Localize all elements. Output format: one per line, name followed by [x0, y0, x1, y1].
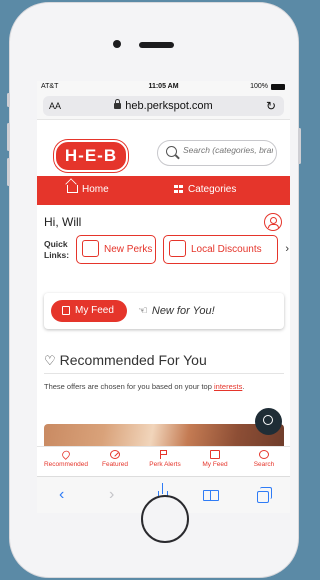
- battery-icon: [271, 84, 285, 90]
- new-for-you-button[interactable]: ☜ New for You!: [138, 304, 215, 317]
- nav-home[interactable]: Home: [67, 184, 109, 195]
- battery-percent: 100%: [250, 83, 268, 90]
- coupon-icon: [169, 240, 186, 257]
- lock-icon: [114, 99, 122, 109]
- flag-icon: [160, 450, 170, 459]
- greeting-text: Hi, Will: [44, 215, 82, 229]
- search-input[interactable]: [183, 145, 273, 155]
- volume-up-button: [7, 123, 10, 151]
- quick-links-label-line1: Quick: [44, 239, 68, 249]
- search-icon: [259, 450, 269, 459]
- front-camera: [113, 40, 121, 48]
- recommended-heading: ♡ Recommended For You: [44, 352, 207, 369]
- tab-perk-alerts[interactable]: Perk Alerts: [142, 450, 188, 468]
- divider: [44, 373, 284, 374]
- search-box[interactable]: [157, 140, 277, 166]
- heart-icon: [60, 449, 72, 460]
- status-bar: AT&T 11:05 AM 100%: [37, 81, 290, 93]
- chevron-right-icon[interactable]: ›: [285, 243, 289, 255]
- quick-link-label: New Perks: [104, 244, 153, 255]
- home-icon: [67, 185, 78, 193]
- recommended-description: These offers are chosen for you based on…: [44, 381, 259, 392]
- nav-categories-label: Categories: [188, 184, 237, 195]
- new-for-you-label: New for You!: [151, 305, 215, 317]
- tab-label: My Feed: [202, 461, 228, 468]
- megaphone-icon: ☜: [138, 305, 148, 317]
- tab-label: Perk Alerts: [149, 461, 181, 468]
- featured-icon: [110, 450, 120, 459]
- my-feed-button[interactable]: My Feed: [51, 300, 127, 322]
- back-icon[interactable]: ‹: [59, 486, 64, 504]
- mute-switch: [7, 93, 10, 107]
- tab-label: Recommended: [43, 461, 89, 468]
- offer-card-image[interactable]: [44, 424, 284, 446]
- recommended-description-text: These offers are chosen for you based on…: [44, 382, 212, 391]
- search-icon: [166, 146, 177, 157]
- earpiece-speaker: [139, 42, 174, 48]
- nav-home-label: Home: [82, 184, 109, 195]
- quick-links-label: Quick Links:: [44, 239, 69, 261]
- chat-icon[interactable]: [255, 408, 282, 435]
- bookmarks-icon[interactable]: [203, 490, 219, 501]
- my-feed-label: My Feed: [75, 305, 114, 316]
- quick-links-label-line2: Links:: [44, 250, 70, 260]
- nav-categories[interactable]: Categories: [174, 184, 236, 195]
- interests-link[interactable]: interests: [214, 382, 242, 391]
- tab-label: Search: [253, 461, 275, 468]
- quick-link-label: Local Discounts: [191, 244, 262, 255]
- gift-icon: [82, 240, 99, 257]
- url-bar[interactable]: AA heb.perkspot.com ↻: [37, 93, 290, 120]
- main-nav: Home Categories: [37, 176, 290, 205]
- tabs-icon[interactable]: [257, 487, 272, 503]
- quick-links: Quick Links: New Perks Local Discounts ›: [37, 233, 290, 267]
- quick-link-local-discounts[interactable]: Local Discounts: [163, 235, 278, 264]
- tab-label: Featured: [101, 461, 129, 468]
- heb-logo[interactable]: H-E-B: [54, 140, 128, 172]
- quick-link-new-perks[interactable]: New Perks: [76, 235, 156, 264]
- user-icon[interactable]: [264, 213, 282, 231]
- phone-frame: AT&T 11:05 AM 100% AA heb.perkspot.com ↻…: [7, 2, 301, 578]
- feed-icon: [62, 306, 70, 315]
- url-text[interactable]: heb.perkspot.com: [37, 99, 290, 112]
- forward-icon[interactable]: ›: [109, 486, 114, 504]
- tab-my-feed[interactable]: My Feed: [195, 450, 235, 468]
- tab-featured[interactable]: Featured: [95, 450, 135, 468]
- recommended-title: Recommended For You: [59, 352, 207, 368]
- power-button: [298, 128, 301, 164]
- feed-toggle: My Feed ☜ New for You!: [44, 293, 284, 329]
- screen: AT&T 11:05 AM 100% AA heb.perkspot.com ↻…: [37, 81, 290, 513]
- reload-icon[interactable]: ↻: [266, 99, 276, 113]
- volume-down-button: [7, 158, 10, 186]
- site-header: H-E-B: [37, 120, 290, 176]
- greeting-row: Hi, Will: [37, 205, 290, 233]
- heart-outline-icon: ♡: [44, 353, 56, 368]
- tab-recommended[interactable]: Recommended: [41, 449, 91, 468]
- home-button[interactable]: [141, 495, 189, 543]
- url-label: heb.perkspot.com: [125, 100, 213, 112]
- feed-icon: [210, 450, 220, 459]
- tab-search[interactable]: Search: [244, 450, 284, 468]
- grid-icon: [174, 185, 183, 193]
- bottom-tab-bar: Recommended Featured Perk Alerts My Feed…: [37, 446, 290, 477]
- description-period: .: [242, 382, 245, 391]
